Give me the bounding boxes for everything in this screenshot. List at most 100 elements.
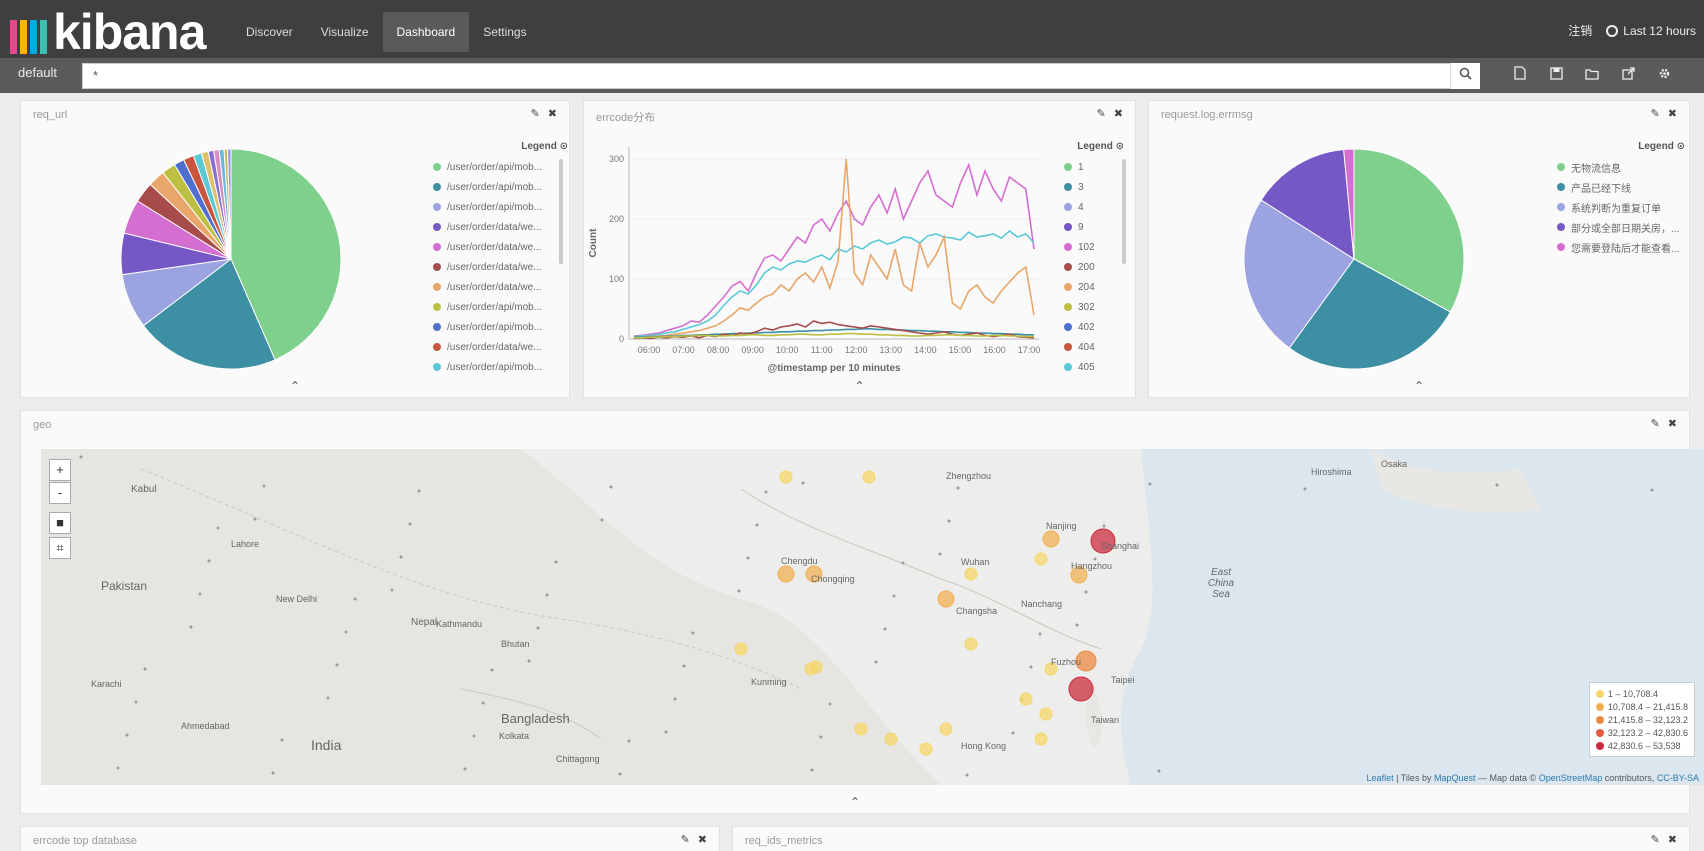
legend-item[interactable]: /user/order/data/we... [433, 257, 568, 277]
close-icon[interactable]: ✖ [1668, 417, 1677, 430]
legend-item[interactable]: 9 [1064, 217, 1124, 237]
legend-swatch [1064, 343, 1072, 351]
draw-rectangle-button[interactable]: ■ [49, 512, 71, 534]
map-bubble[interactable] [937, 590, 955, 608]
settings-icon[interactable] [1650, 63, 1678, 89]
collapse-caret-icon[interactable]: ⌃ [290, 379, 300, 393]
panel-req-ids-metrics: req_ids_metrics ✎ ✖ [732, 826, 1690, 851]
edit-pencil-icon[interactable]: ✎ [531, 107, 540, 120]
legend-swatch [1064, 303, 1072, 311]
edit-pencil-icon[interactable]: ✎ [1651, 833, 1660, 846]
legend-item[interactable]: 无物流信息 [1557, 157, 1685, 177]
map-bubble[interactable] [777, 565, 795, 583]
legend-item[interactable]: /user/order/api/mob... [433, 357, 568, 377]
map-bubble[interactable] [1068, 676, 1094, 702]
legend-item[interactable]: 4 [1064, 197, 1124, 217]
save-icon[interactable] [1542, 63, 1570, 89]
map-bubble[interactable] [964, 567, 978, 581]
license-link[interactable]: CC-BY-SA [1657, 773, 1699, 783]
map-bubble[interactable] [1034, 732, 1048, 746]
legend-title[interactable]: Legend ⊙ [433, 141, 568, 152]
edit-pencil-icon[interactable]: ✎ [1651, 107, 1660, 120]
legend-item[interactable]: /user/order/data/we... [433, 277, 568, 297]
legend-item[interactable]: 系统判断为重复订单 [1557, 197, 1685, 217]
map-bubble[interactable] [964, 637, 978, 651]
close-icon[interactable]: ✖ [698, 833, 707, 846]
legend-title[interactable]: Legend ⊙ [1557, 141, 1685, 152]
legend-scrollbar[interactable] [559, 159, 563, 264]
map-bubble[interactable] [734, 642, 748, 656]
close-icon[interactable]: ✖ [1668, 833, 1677, 846]
index-pattern-label[interactable]: default [18, 65, 57, 80]
map-bubble[interactable] [1034, 552, 1048, 566]
map-bubble[interactable] [939, 722, 953, 736]
map-bubble[interactable] [1042, 530, 1060, 548]
tab-dashboard[interactable]: Dashboard [382, 12, 470, 52]
tab-visualize[interactable]: Visualize [307, 12, 383, 52]
legend-item[interactable]: 3 [1064, 177, 1124, 197]
legend-item[interactable]: 102 [1064, 237, 1124, 257]
legend-scrollbar[interactable] [1122, 159, 1126, 264]
map-bubble[interactable] [919, 742, 933, 756]
x-tick-label: 14:00 [914, 345, 937, 355]
legend-item[interactable]: /user/order/api/mob... [433, 197, 568, 217]
collapse-caret-icon[interactable]: ⌃ [854, 379, 864, 393]
map-bubble[interactable] [862, 470, 876, 484]
zoom-in-button[interactable]: + [49, 459, 71, 481]
legend-item[interactable]: /user/order/api/mob... [433, 177, 568, 197]
map-bubble[interactable] [884, 732, 898, 746]
legend-item[interactable]: /user/order/data/we... [433, 237, 568, 257]
legend-item[interactable]: 204 [1064, 277, 1124, 297]
legend-item[interactable]: /user/order/api/mob... [433, 297, 568, 317]
legend-item[interactable]: 405 [1064, 357, 1124, 377]
time-picker[interactable]: Last 12 hours [1606, 24, 1696, 38]
town-dot [1650, 488, 1654, 492]
legend-item[interactable]: 200 [1064, 257, 1124, 277]
kibana-logo[interactable]: kibana [10, 7, 206, 57]
map-bubble[interactable] [1039, 707, 1053, 721]
edit-pencil-icon[interactable]: ✎ [681, 833, 690, 846]
edit-pencil-icon[interactable]: ✎ [1097, 107, 1106, 120]
zoom-out-button[interactable]: - [49, 482, 71, 504]
legend-item[interactable]: 产品已经下线 [1557, 177, 1685, 197]
legend-item[interactable]: 1 [1064, 157, 1124, 177]
map-bubble[interactable] [854, 722, 868, 736]
leaflet-link[interactable]: Leaflet [1367, 773, 1394, 783]
map-bubble[interactable] [779, 470, 793, 484]
legend-item[interactable]: 您需要登陆后才能查看... [1557, 237, 1685, 257]
legend-item[interactable]: /user/order/data/we... [433, 217, 568, 237]
map-legend-swatch [1595, 741, 1604, 750]
map-place-label: Karachi [91, 679, 122, 689]
legend-item[interactable]: 部分或全部日期关房，... [1557, 217, 1685, 237]
new-dashboard-icon[interactable] [1506, 63, 1534, 89]
map-legend-label: 32,123.2 – 42,830.6 [1607, 727, 1688, 738]
geo-map[interactable]: + - ■ ⌗ 1 – 10,708.4 10,708.4 – 21,415.8 2… [41, 449, 1704, 785]
share-icon[interactable] [1614, 63, 1642, 89]
map-bubble[interactable] [809, 660, 823, 674]
legend-item[interactable]: 402 [1064, 317, 1124, 337]
osm-link[interactable]: OpenStreetMap [1539, 773, 1603, 783]
search-button[interactable] [1450, 63, 1480, 89]
legend-item[interactable]: 302 [1064, 297, 1124, 317]
search-input[interactable]: * [82, 63, 1452, 89]
close-icon[interactable]: ✖ [1668, 107, 1677, 120]
series-line-102[interactable] [633, 162, 1035, 337]
crop-bounds-button[interactable]: ⌗ [49, 537, 71, 559]
logout-link[interactable]: 注销 [1568, 22, 1592, 39]
tab-settings[interactable]: Settings [469, 12, 540, 52]
collapse-caret-icon[interactable]: ⌃ [1414, 379, 1424, 393]
open-icon[interactable] [1578, 63, 1606, 89]
legend-title[interactable]: Legend ⊙ [1064, 141, 1124, 152]
close-icon[interactable]: ✖ [1114, 107, 1123, 120]
legend-item[interactable]: /user/order/api/mob... [433, 317, 568, 337]
legend-item[interactable]: /user/order/api/mob... [433, 157, 568, 177]
legend-item[interactable]: /user/order/data/we... [433, 337, 568, 357]
map-bubble[interactable] [1019, 692, 1033, 706]
collapse-caret-icon[interactable]: ⌃ [850, 795, 860, 809]
close-icon[interactable]: ✖ [548, 107, 557, 120]
map-place-label: East China Sea [1207, 567, 1235, 600]
mapquest-link[interactable]: MapQuest [1434, 773, 1476, 783]
tab-discover[interactable]: Discover [232, 12, 307, 52]
legend-item[interactable]: 404 [1064, 337, 1124, 357]
edit-pencil-icon[interactable]: ✎ [1651, 417, 1660, 430]
